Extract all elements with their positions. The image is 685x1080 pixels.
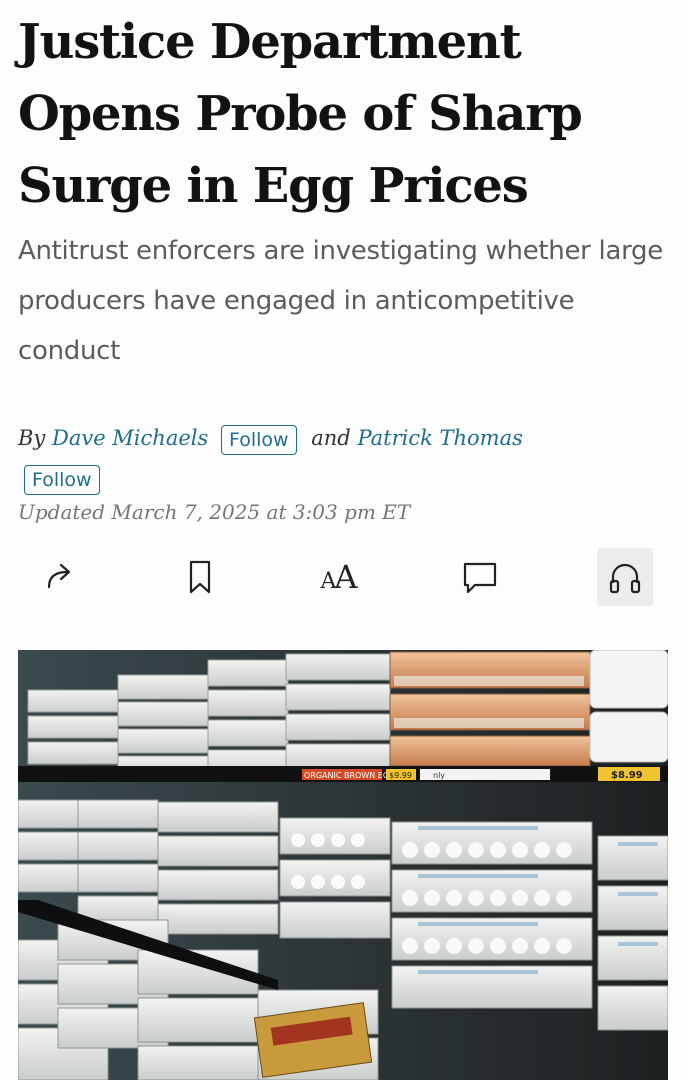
- text-size-icon: AA: [320, 558, 358, 596]
- byline-by: By: [18, 426, 46, 450]
- text-size-button[interactable]: AA: [310, 548, 366, 606]
- author-patrick-thomas-link[interactable]: Patrick Thomas: [357, 426, 522, 450]
- byline-and: and: [311, 426, 351, 450]
- listen-button[interactable]: [597, 548, 653, 606]
- follow-author-2-button[interactable]: Follow: [24, 464, 100, 495]
- shelf-tag-label: nly: [433, 771, 445, 780]
- article-dek: Antitrust enforcers are investigating wh…: [18, 236, 663, 366]
- article-hero-photo: ORGANIC BROWN EGGS $9.99 nly $8.99: [18, 650, 668, 1080]
- updated-timestamp: Updated March 7, 2025 at 3:03 pm ET: [18, 500, 411, 524]
- author-dave-michaels-link[interactable]: Dave Michaels: [52, 426, 208, 450]
- comment-bubble-icon: [463, 562, 497, 594]
- share-button[interactable]: [32, 548, 88, 606]
- share-arrow-icon: [47, 563, 71, 589]
- byline: By Dave Michaels Follow and Patrick Thom…: [18, 418, 668, 498]
- comments-button[interactable]: [452, 548, 508, 606]
- follow-author-1-button[interactable]: Follow: [220, 424, 297, 455]
- bookmark-icon: [189, 560, 211, 594]
- save-article-button[interactable]: [172, 548, 228, 606]
- headline: Justice Department Opens Probe of Sharp …: [18, 14, 583, 214]
- article-toolbar: AA: [0, 548, 685, 608]
- egg-shelves-photo: ORGANIC BROWN EGGS $9.99 nly $8.99: [18, 650, 668, 1080]
- shelf-tag-organic: ORGANIC BROWN EGGS: [304, 771, 400, 780]
- shelf-tag-price-2: $8.99: [611, 770, 643, 781]
- shelf-tag-price-1: $9.99: [389, 771, 412, 780]
- headphones-icon: [609, 563, 641, 594]
